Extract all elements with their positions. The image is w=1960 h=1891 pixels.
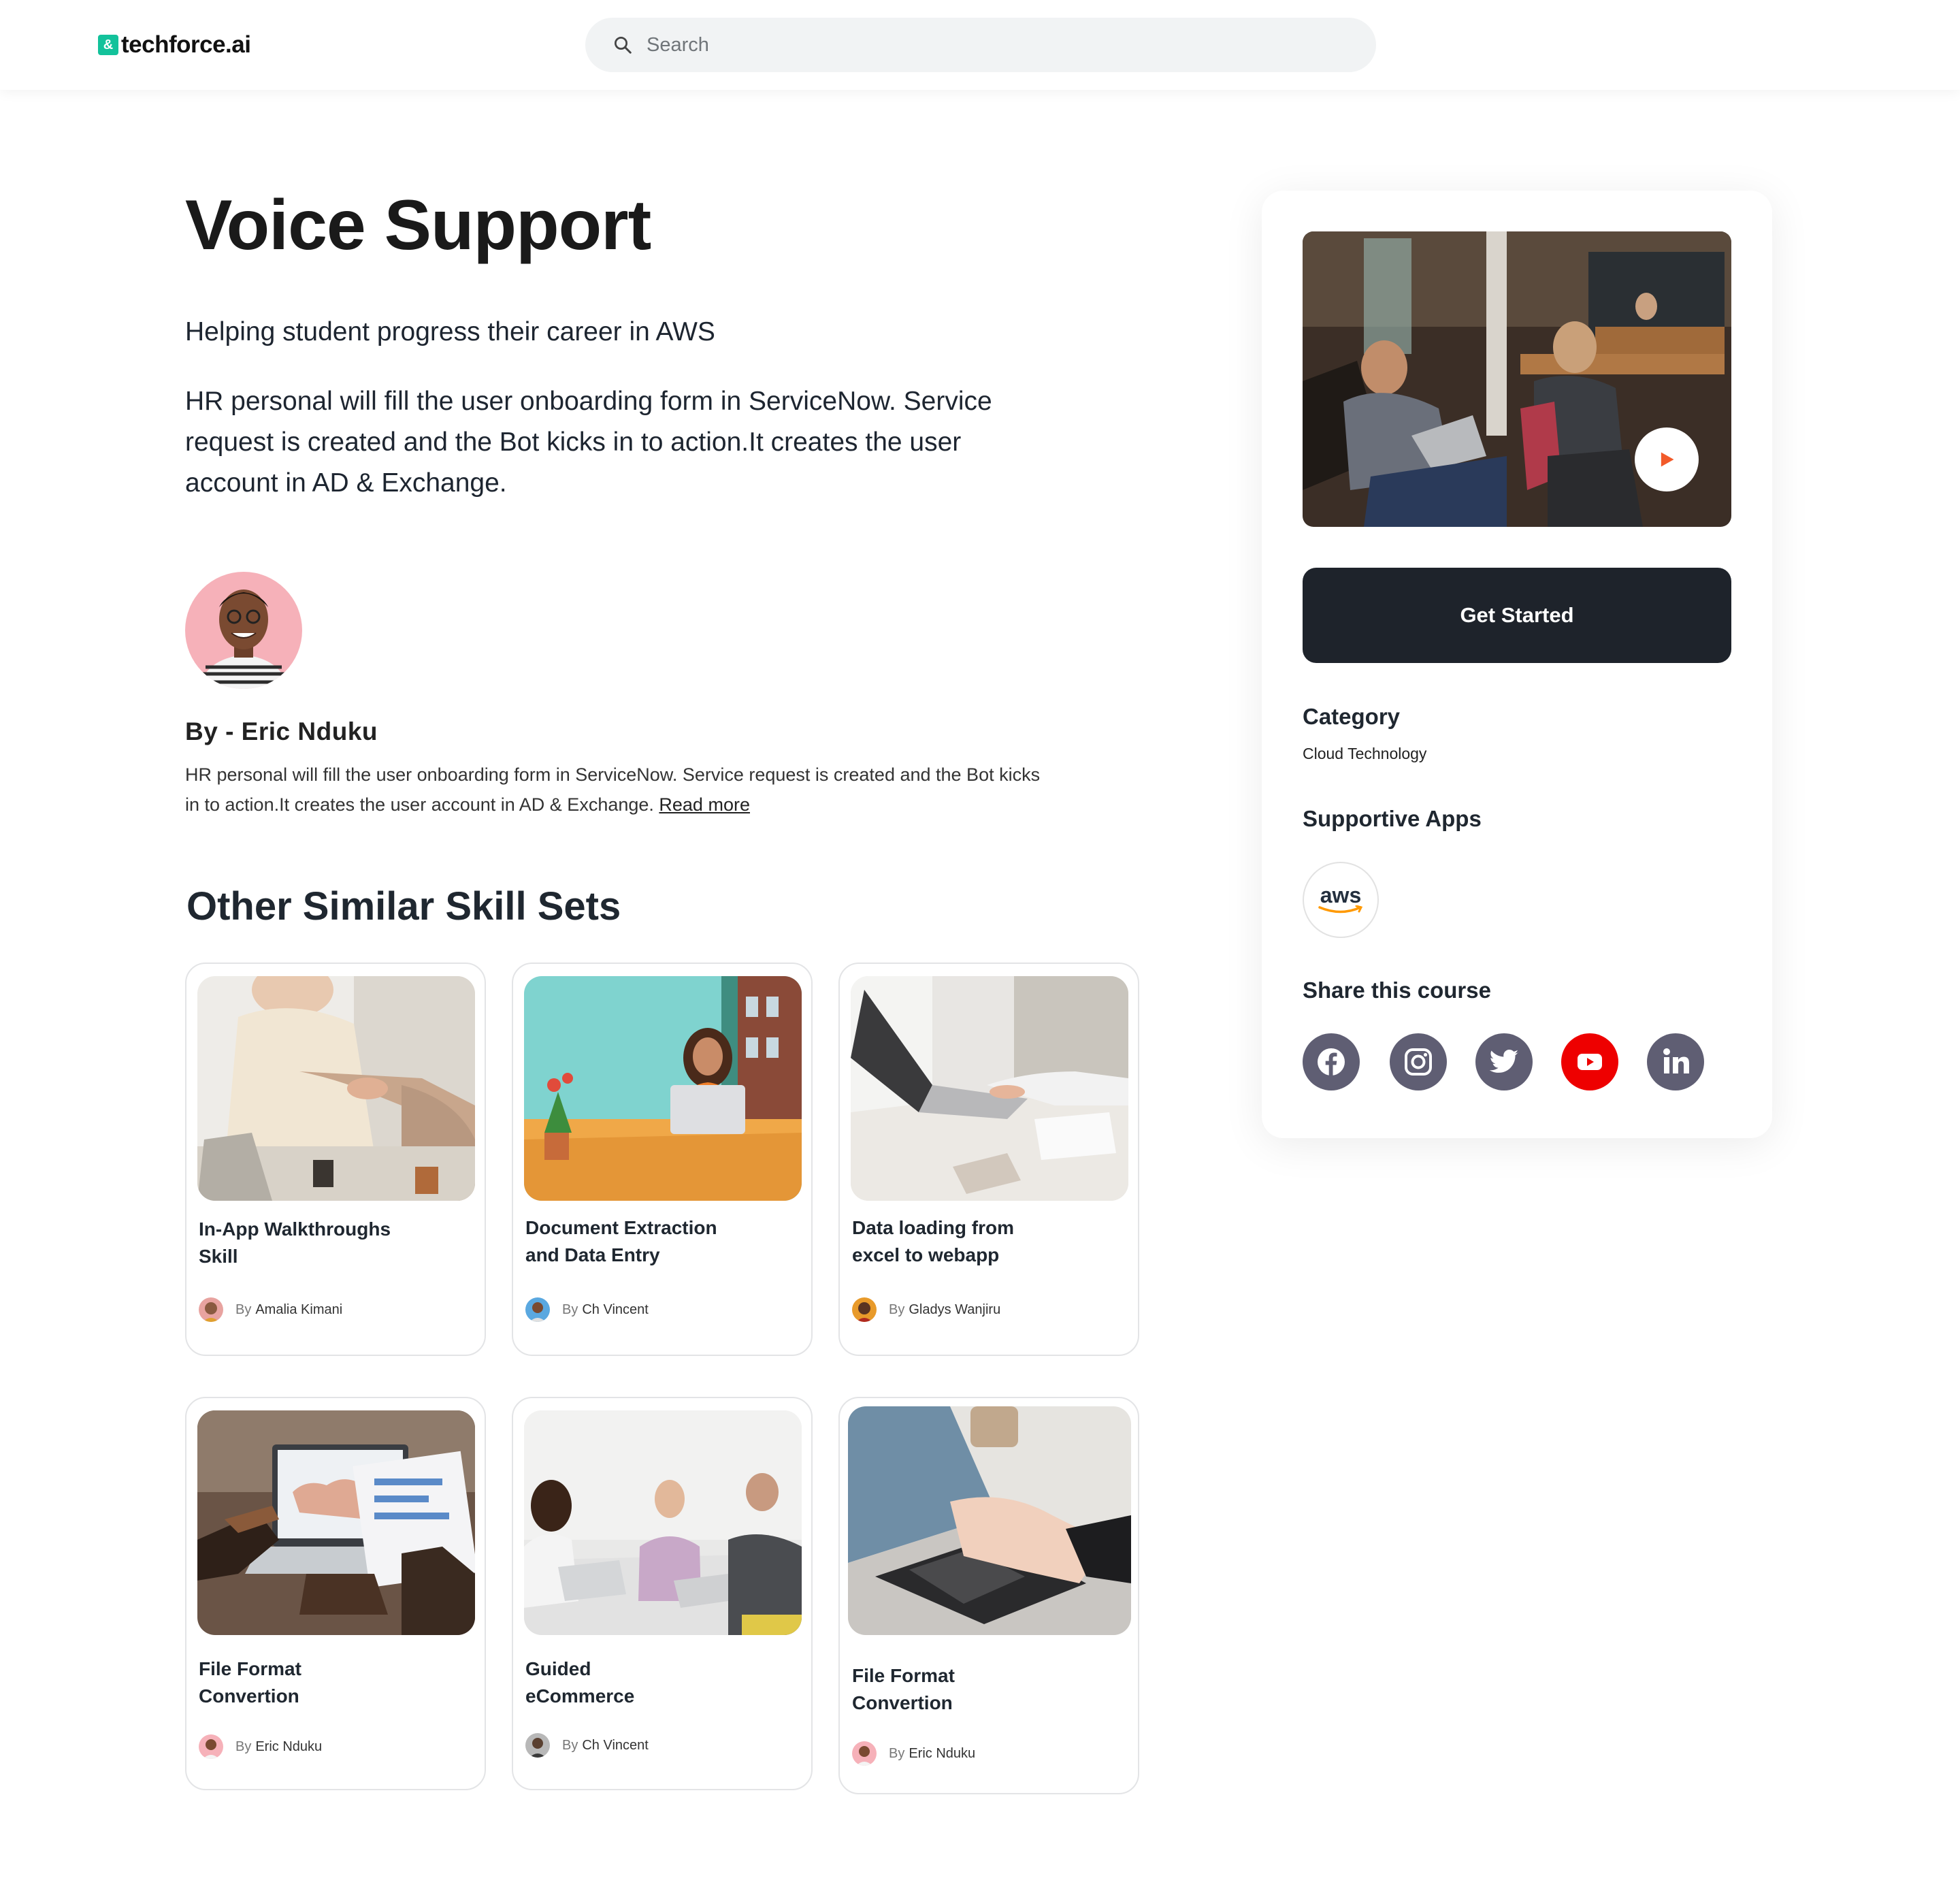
skill-card-image	[197, 1410, 475, 1635]
search-bar[interactable]	[585, 18, 1376, 72]
skill-card-image	[524, 976, 802, 1201]
skill-card[interactable]: Guided eCommerce By Ch Vincent	[512, 1397, 813, 1790]
author-mini-avatar	[525, 1733, 550, 1758]
skill-card-author: By Amalia Kimani	[199, 1297, 342, 1322]
skill-card[interactable]: File Format Convertion By Eric Nduku	[185, 1397, 486, 1790]
course-subtitle: Helping student progress their career in…	[185, 317, 715, 346]
youtube-icon	[1578, 1054, 1602, 1070]
skill-card[interactable]: In-App Walkthroughs Skill By Amalia Kimani	[185, 963, 486, 1356]
aws-app-logo[interactable]: aws	[1303, 862, 1379, 938]
skill-card-author-name: Amalia Kimani	[255, 1302, 343, 1317]
author-mini-avatar	[852, 1297, 877, 1322]
get-started-button[interactable]: Get Started	[1303, 568, 1731, 663]
course-sidebar-panel: Get Started Category Cloud Technology Su…	[1262, 191, 1772, 1138]
linkedin-share-button[interactable]	[1647, 1033, 1704, 1090]
instagram-icon	[1405, 1048, 1432, 1076]
skill-card-image	[197, 976, 475, 1201]
author-bio: HR personal will fill the user onboardin…	[185, 760, 1049, 820]
twitter-icon	[1489, 1049, 1519, 1073]
techforce-logo[interactable]: & techforce.ai	[98, 31, 251, 59]
skill-card[interactable]: File Format Convertion By Eric Nduku	[838, 1397, 1139, 1794]
skill-card-image	[848, 1406, 1131, 1635]
share-course-label: Share this course	[1303, 977, 1491, 1003]
logo-text: techforce.ai	[121, 31, 251, 58]
skill-card-title: Guided eCommerce	[525, 1658, 635, 1707]
aws-logo-text: aws	[1320, 883, 1362, 907]
skill-card-author-name: Ch Vincent	[582, 1302, 649, 1317]
similar-skills-heading: Other Similar Skill Sets	[186, 884, 621, 928]
skill-card[interactable]: Document Extraction and Data Entry By Ch V…	[512, 963, 813, 1356]
skill-card-author-name: Eric Nduku	[255, 1739, 323, 1754]
search-input[interactable]	[645, 33, 1326, 57]
course-preview-video[interactable]	[1303, 231, 1731, 527]
skill-card-author-name: Gladys Wanjiru	[909, 1302, 1001, 1317]
skill-card-author: By Ch Vincent	[525, 1297, 649, 1322]
top-navigation-bar: & techforce.ai	[0, 0, 1960, 90]
author-avatar[interactable]	[185, 572, 302, 689]
skill-card[interactable]: Data loading from excel to webapp By Glady…	[838, 963, 1139, 1356]
skill-card-image	[524, 1410, 802, 1635]
facebook-icon	[1318, 1048, 1345, 1076]
linkedin-icon	[1663, 1048, 1689, 1073]
category-value: Cloud Technology	[1303, 745, 1427, 762]
skill-card-author: By Gladys Wanjiru	[852, 1297, 1000, 1322]
instagram-share-button[interactable]	[1390, 1033, 1447, 1090]
skill-card-author: By Eric Nduku	[199, 1734, 322, 1759]
author-bio-text: HR personal will fill the user onboardin…	[185, 764, 1041, 815]
read-more-link[interactable]: Read more	[659, 794, 750, 815]
twitter-share-button[interactable]	[1475, 1033, 1533, 1090]
skill-card-author-name: Ch Vincent	[582, 1737, 649, 1753]
course-title: Voice Support	[185, 186, 651, 265]
play-button[interactable]	[1635, 427, 1699, 491]
author-mini-avatar	[525, 1297, 550, 1322]
facebook-share-button[interactable]	[1303, 1033, 1360, 1090]
search-icon	[615, 37, 632, 54]
skill-card-author-name: Eric Nduku	[909, 1745, 976, 1761]
author-mini-avatar	[199, 1734, 223, 1759]
skill-card-title: In-App Walkthroughs Skill	[199, 1218, 391, 1267]
author-name: By - Eric Nduku	[185, 717, 378, 745]
skill-card-title: Document Extraction and Data Entry	[525, 1217, 717, 1265]
skill-card-author: By Ch Vincent	[525, 1733, 649, 1758]
skill-card-author: By Eric Nduku	[852, 1741, 975, 1766]
play-icon	[1661, 452, 1674, 467]
author-mini-avatar	[852, 1741, 877, 1766]
skill-card-title: File Format Convertion	[199, 1658, 301, 1707]
aws-smile-icon	[1318, 905, 1363, 914]
skill-card-image	[851, 976, 1128, 1201]
skill-card-title: Data loading from excel to webapp	[852, 1217, 1015, 1265]
category-label: Category	[1303, 704, 1401, 729]
logo-mark-icon: &	[98, 35, 118, 55]
course-description: HR personal will fill the user onboardin…	[185, 387, 992, 498]
supportive-apps-label: Supportive Apps	[1303, 806, 1482, 831]
youtube-share-button[interactable]	[1561, 1033, 1618, 1090]
skill-card-title: File Format Convertion	[852, 1665, 955, 1713]
author-mini-avatar	[199, 1297, 223, 1322]
